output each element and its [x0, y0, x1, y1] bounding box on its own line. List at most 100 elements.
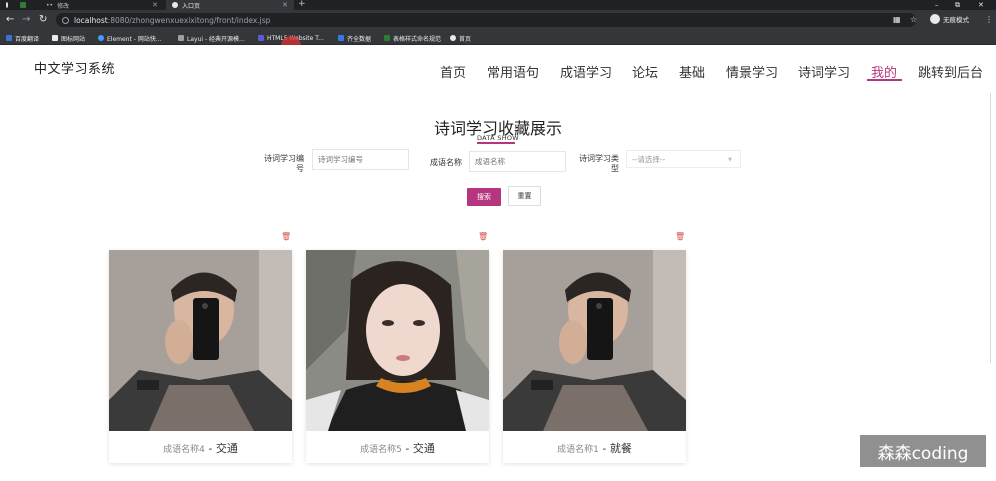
nav-scenario-learning[interactable]: 情景学习 — [726, 62, 778, 81]
close-icon[interactable]: ✕ — [282, 1, 288, 9]
card-separator: - — [401, 442, 413, 455]
minimize-icon[interactable]: – — [935, 0, 939, 10]
favorite-card[interactable]: 成语名称4 - 交通 — [109, 250, 292, 463]
chevron-down-icon: ▼ — [728, 157, 732, 163]
window-close-icon[interactable]: ✕ — [978, 0, 984, 10]
bookmark-label: 齐全数据 — [347, 35, 372, 43]
flag-icon — [52, 35, 58, 41]
bookmark-item[interactable]: 齐全数据 — [338, 33, 371, 43]
nav-poetry-learning[interactable]: 诗词学习 — [798, 62, 850, 81]
card-type: 交通 — [412, 442, 435, 455]
template-icon — [258, 35, 264, 41]
bookmark-label: Element - 网站快... — [107, 35, 162, 43]
browser-tab-strip: •• 修改 ✕ 入口页 ✕ + – ⧉ ✕ — [0, 0, 996, 10]
favorite-card[interactable]: 成语名称1 - 就餐 — [503, 250, 686, 463]
tab-index[interactable]: 入口页 ✕ — [166, 0, 294, 10]
bookmark-label: 首页 — [459, 35, 472, 43]
new-tab-button[interactable]: + — [298, 0, 306, 9]
nav-common-sentences[interactable]: 常用语句 — [487, 62, 539, 81]
nav-basics[interactable]: 基础 — [679, 62, 705, 81]
globe-icon — [450, 35, 456, 41]
type-select-value: --请选择-- — [632, 154, 666, 164]
bookmark-item[interactable]: 图标网站 — [52, 33, 85, 43]
card-idiom-name: 成语名称1 — [557, 445, 599, 455]
card-type: 就餐 — [609, 442, 632, 455]
translate-icon[interactable]: ▦ — [893, 15, 901, 24]
data-icon — [338, 35, 344, 41]
watermark: 森森coding — [860, 435, 986, 467]
card-caption: 成语名称1 - 就餐 — [503, 437, 686, 456]
type-filter-label: 诗词学习类 型 — [573, 154, 619, 174]
name-search-input[interactable] — [469, 151, 566, 172]
tab-edit[interactable]: •• 修改 ✕ — [40, 0, 164, 10]
bookmark-item[interactable]: 首页 — [450, 33, 471, 43]
bookmark-item[interactable]: Element - 网站快... — [98, 33, 162, 43]
name-filter-label: 成语名称 — [430, 158, 462, 167]
translate-icon — [6, 35, 12, 41]
number-search-input[interactable] — [312, 149, 409, 170]
tab-label: 修改 — [57, 2, 70, 10]
bookmark-item[interactable]: 百度翻译 — [6, 33, 39, 43]
scrollbar[interactable] — [990, 93, 991, 363]
reload-icon[interactable]: ↻ — [39, 14, 47, 26]
layui-icon — [178, 35, 184, 41]
close-icon[interactable]: ✕ — [152, 1, 158, 9]
browser-toolbar: ← → ↻ localhost :8080/zhongwenxuexixiton… — [0, 10, 996, 31]
url-host: localhost — [74, 15, 108, 25]
address-bar[interactable]: localhost :8080/zhongwenxuexixitong/fron… — [56, 13, 916, 27]
card-idiom-name: 成语名称4 — [163, 445, 205, 455]
bookmark-item[interactable]: Layui - 经典开源模... — [178, 33, 245, 43]
type-filter-label-line2: 型 — [611, 164, 619, 173]
trash-icon[interactable]: 🗑 — [478, 232, 488, 241]
bookmark-label: 百度翻译 — [15, 35, 40, 43]
tab-pinned-2[interactable] — [14, 0, 38, 10]
globe-icon — [172, 2, 178, 8]
favorite-card[interactable]: 成语名称5 - 交通 — [306, 250, 489, 463]
site-logo[interactable]: 中文学习系统 — [34, 58, 115, 77]
bookmark-item[interactable]: 表格样式命名规范 — [384, 33, 441, 43]
sheet-icon — [20, 2, 26, 8]
nav-home[interactable]: 首页 — [440, 62, 466, 81]
type-filter-label-line1: 诗词学习类 — [579, 154, 619, 163]
more-icon[interactable]: ⋮ — [985, 15, 993, 24]
info-icon[interactable] — [62, 16, 69, 24]
type-select[interactable]: --请选择-- ▼ — [626, 150, 741, 168]
card-separator: - — [598, 442, 610, 455]
card-type: 交通 — [215, 442, 238, 455]
bookmark-label: 表格样式命名规范 — [393, 35, 442, 43]
incognito-icon — [930, 14, 940, 24]
number-filter-label-line2: 号 — [296, 164, 304, 173]
title-underline — [477, 142, 515, 144]
dots-icon: •• — [46, 1, 54, 9]
card-idiom-name: 成语名称5 — [360, 445, 402, 455]
reset-button[interactable]: 重置 — [508, 186, 541, 206]
female-portrait-photo[interactable] — [306, 250, 489, 431]
nav-admin[interactable]: 跳转到后台 — [918, 62, 983, 81]
trash-icon[interactable]: 🗑 — [281, 232, 291, 241]
back-icon[interactable]: ← — [6, 14, 14, 26]
page: •• 修改 ✕ 入口页 ✕ + – ⧉ ✕ ← → ↻ localhost :8… — [0, 0, 996, 481]
nav-forum[interactable]: 论坛 — [632, 62, 658, 81]
bookmark-label: 图标网站 — [61, 35, 86, 43]
bookmarks-bar: 百度翻译 图标网站 Element - 网站快... Layui - 经典开源模… — [0, 31, 996, 45]
bookmark-label: Layui - 经典开源模... — [187, 35, 245, 43]
male-selfie-photo[interactable] — [109, 250, 292, 431]
card-caption: 成语名称5 - 交通 — [306, 437, 489, 456]
number-filter-label: 诗词学习编 号 — [255, 154, 304, 174]
restore-icon[interactable]: ⧉ — [955, 0, 960, 10]
tab-pinned-1[interactable] — [0, 0, 14, 10]
page-subtitle: DATA SHOW — [476, 134, 520, 142]
number-filter-label-line1: 诗词学习编 — [264, 154, 304, 163]
trash-icon[interactable]: 🗑 — [675, 232, 685, 241]
star-icon[interactable]: ☆ — [910, 15, 917, 24]
card-caption: 成语名称4 - 交通 — [109, 437, 292, 456]
card-separator: - — [204, 442, 216, 455]
incognito-indicator[interactable]: 无痕模式 — [930, 14, 969, 24]
nav-idiom-learning[interactable]: 成语学习 — [560, 62, 612, 81]
search-button[interactable]: 搜索 — [467, 188, 501, 206]
nav-active-underline — [867, 79, 902, 81]
url-path: :8080/zhongwenxuexixitong/front/index.js… — [107, 15, 271, 25]
male-selfie-photo[interactable] — [503, 250, 686, 431]
forward-icon[interactable]: → — [22, 14, 30, 26]
sheet-icon — [384, 35, 390, 41]
